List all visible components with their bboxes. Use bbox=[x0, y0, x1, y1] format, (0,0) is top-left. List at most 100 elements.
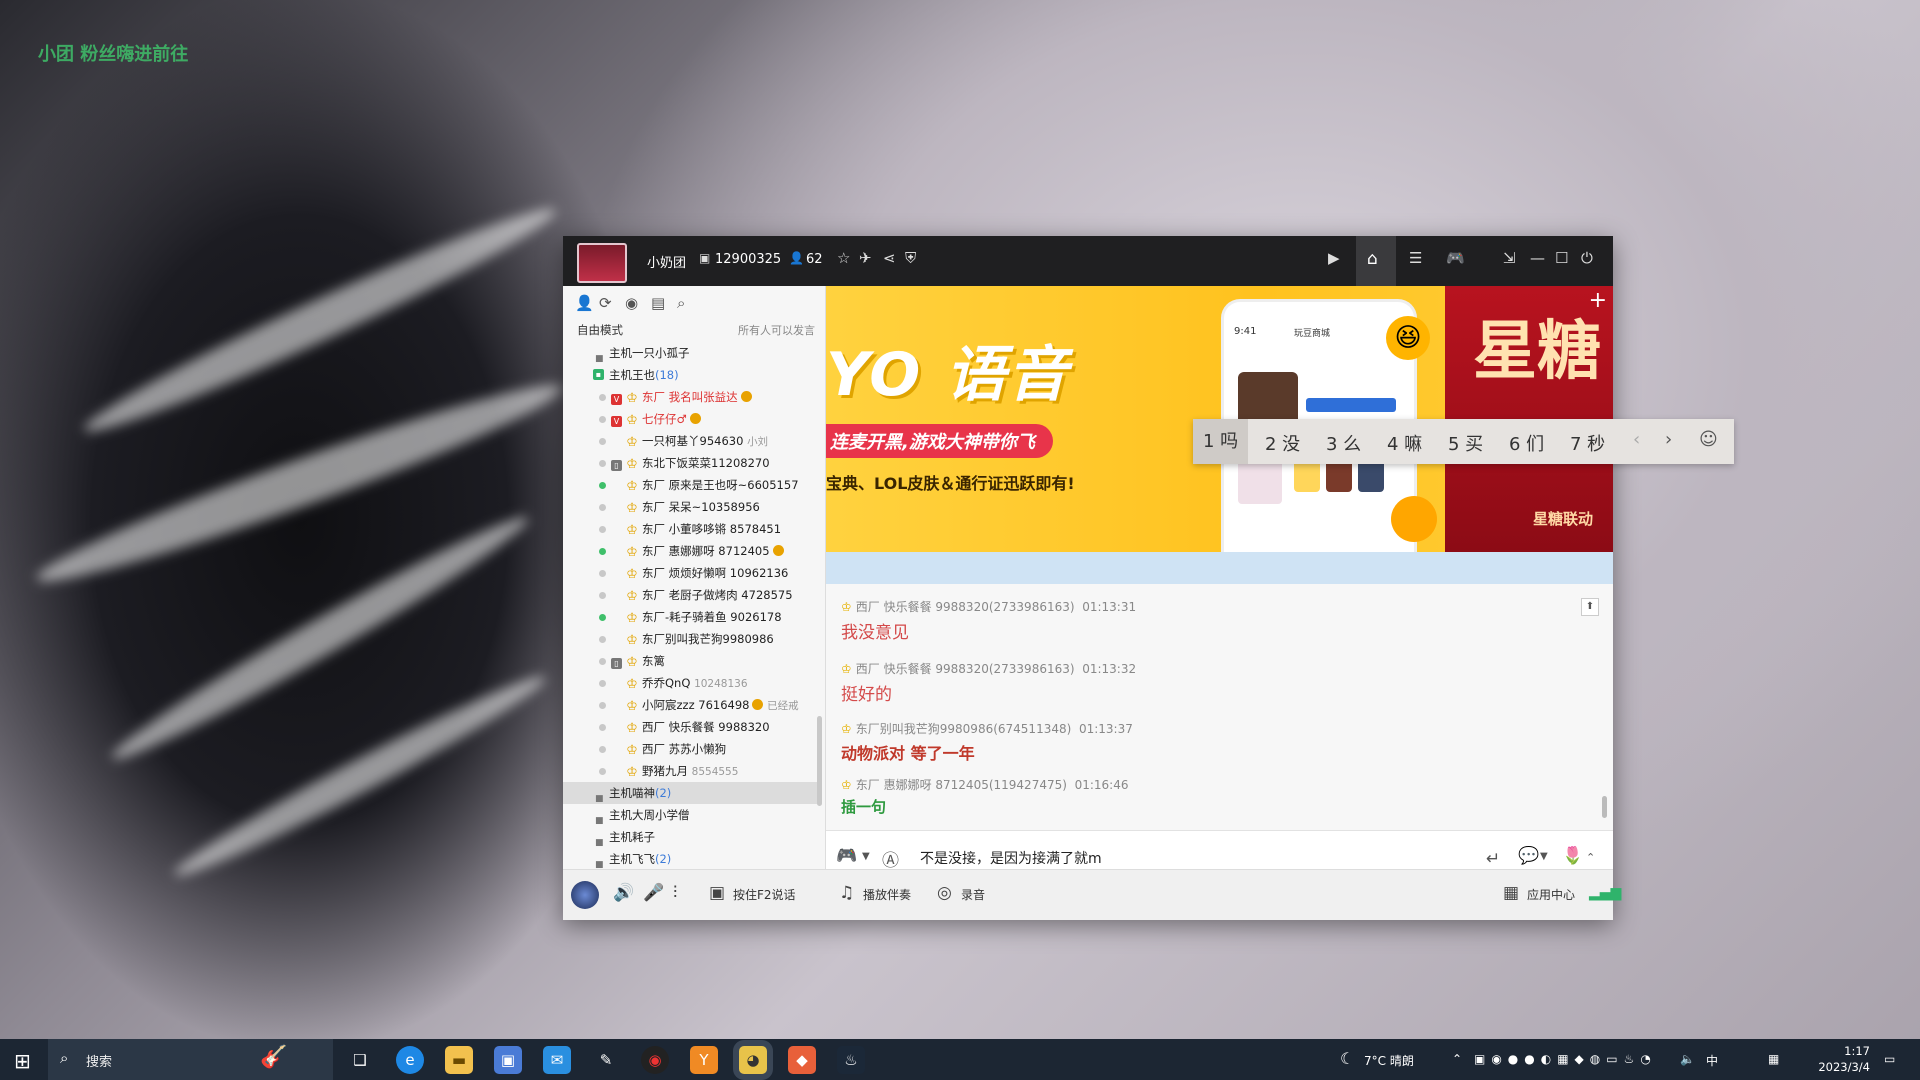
ime-candidate[interactable]: 3 么 bbox=[1326, 430, 1361, 456]
member-row[interactable]: ♔ 东厂 原来是王也呀~6605157 bbox=[563, 474, 817, 496]
steam-icon[interactable]: ♨ bbox=[837, 1046, 865, 1074]
minimize-icon[interactable]: — bbox=[1530, 249, 1545, 267]
speaker-icon[interactable]: 🔊 bbox=[613, 883, 634, 903]
mode-label[interactable]: 自由模式 bbox=[577, 322, 623, 338]
room-logo[interactable] bbox=[577, 243, 627, 283]
shield-icon[interactable]: ⛨ bbox=[905, 249, 916, 267]
ime-candidate[interactable]: 5 买 bbox=[1448, 430, 1483, 456]
member-row[interactable]: ♔ 野猪九月 8554555 bbox=[563, 760, 817, 782]
play-music-button[interactable]: 播放伴奏 bbox=[863, 886, 911, 903]
member-row[interactable]: ♔ 东厂 呆呆~10358956 bbox=[563, 496, 817, 518]
chevron-down-icon[interactable]: ▼ bbox=[1540, 851, 1548, 862]
gamepad-icon[interactable]: 🎮 bbox=[1446, 249, 1465, 267]
list-icon[interactable]: ☰ bbox=[1409, 249, 1422, 267]
app-center-button[interactable]: 应用中心 bbox=[1527, 886, 1575, 903]
text-style-icon[interactable]: Ⓐ bbox=[882, 846, 899, 871]
mail-icon[interactable]: ✉ bbox=[543, 1046, 571, 1074]
channel-row[interactable]: ■ 主机大周小学僧 bbox=[563, 804, 817, 826]
location-icon[interactable]: ◉ bbox=[625, 294, 638, 312]
sidebar-scrollbar[interactable] bbox=[817, 716, 822, 806]
ime-candidate[interactable]: 6 们 bbox=[1509, 430, 1544, 456]
search-icon[interactable]: ⌕ bbox=[677, 294, 685, 312]
keyboard-icon[interactable]: ▣ bbox=[709, 883, 725, 903]
member-row[interactable]: ♔ 小阿宸zzz 7616498 已经戒 bbox=[563, 694, 817, 716]
member-row[interactable]: ♔ 东厂 小董哆哆锵 8578451 bbox=[563, 518, 817, 540]
ime-candidate[interactable]: 7 秒 bbox=[1570, 430, 1605, 456]
member-row[interactable]: ♔ 东厂 惠娜娜呀 8712405 bbox=[563, 540, 817, 562]
apps-grid-icon[interactable]: ▦ bbox=[1503, 883, 1519, 903]
ime-prev-icon[interactable]: ‹ bbox=[1633, 429, 1640, 450]
message-sender[interactable]: 东厂 惠娜娜呀 8712405(119427475) bbox=[856, 778, 1067, 792]
message-input[interactable]: 不是没接，是因为接满了就m bbox=[920, 848, 1102, 868]
maximize-icon[interactable]: ☐ bbox=[1555, 249, 1568, 267]
file-explorer-icon[interactable]: ▬ bbox=[445, 1046, 473, 1074]
title-bar[interactable]: 小奶团 ▣ 12900325 👤 62 ☆ ✈ ⋖ ⛨ ▶ ⌂ ☰ 🎮 ⇲ — … bbox=[563, 236, 1613, 286]
chat-bubble-icon[interactable]: 💬 bbox=[1518, 846, 1539, 866]
equalizer-icon[interactable]: ⫶ bbox=[673, 883, 677, 903]
weather-text[interactable]: 7°C 晴朗 bbox=[1364, 1052, 1414, 1069]
member-row[interactable]: V ♔ 东厂 我名叫张益达 bbox=[563, 386, 817, 408]
chat-scrollbar[interactable] bbox=[1602, 796, 1607, 818]
member-row[interactable]: ♔ 西厂 苏苏小懒狗 bbox=[563, 738, 817, 760]
microphone-icon[interactable]: 🎤 bbox=[643, 883, 664, 903]
taskbar-search[interactable]: ⌕ 搜索 🎸 bbox=[48, 1039, 333, 1080]
member-row[interactable]: V ♔ 七仔仔♂ bbox=[563, 408, 817, 430]
channel-row[interactable]: ■ 主机耗子 bbox=[563, 826, 817, 848]
windows-start-icon[interactable]: ⊞ bbox=[14, 1049, 31, 1073]
flower-icon[interactable]: 🌷 bbox=[1562, 846, 1583, 866]
video-icon[interactable]: ▶ bbox=[1328, 249, 1340, 267]
store-icon[interactable]: ▣ bbox=[494, 1046, 522, 1074]
ime-candidate[interactable]: 4 嘛 bbox=[1387, 430, 1422, 456]
chevron-up-icon[interactable]: ⌃ bbox=[1452, 1052, 1462, 1066]
browser-icon[interactable]: ◉ bbox=[641, 1046, 669, 1074]
pen-app-icon[interactable]: ✎ bbox=[592, 1046, 620, 1074]
volume-icon[interactable]: 🔈 bbox=[1680, 1052, 1695, 1066]
member-row[interactable]: ♔ 东厂 烦烦好懒啊 10962136 bbox=[563, 562, 817, 584]
channel-row[interactable]: ▪ 主机王也(18) bbox=[563, 364, 817, 386]
game-app-icon[interactable]: ◆ bbox=[788, 1046, 816, 1074]
member-row[interactable]: ♔ 东厂-耗子骑着鱼 9026178 bbox=[563, 606, 817, 628]
member-row[interactable]: ♔ 西厂 快乐餐餐 9988320 bbox=[563, 716, 817, 738]
ime-candidate[interactable]: 1 吗 bbox=[1193, 419, 1249, 464]
member-icon[interactable]: 👤 bbox=[575, 294, 594, 312]
message-sender[interactable]: 西厂 快乐餐餐 9988320(2733986163) bbox=[856, 662, 1075, 676]
notes-icon[interactable]: ▤ bbox=[651, 294, 665, 312]
minimize-to-tray-icon[interactable]: ⇲ bbox=[1503, 249, 1516, 267]
tray-icons[interactable]: ▣◉●●◐▦◆◍▭♨◔ bbox=[1474, 1052, 1657, 1066]
task-view-icon[interactable]: ❑ bbox=[346, 1046, 374, 1074]
edge-icon[interactable]: e bbox=[396, 1046, 424, 1074]
plus-icon[interactable]: + bbox=[1589, 288, 1607, 313]
owl-app-icon[interactable]: ◕ bbox=[739, 1046, 767, 1074]
ime-language-indicator[interactable]: 中 bbox=[1706, 1052, 1718, 1069]
gamepad-icon[interactable]: 🎮 bbox=[836, 846, 857, 866]
member-row[interactable]: ♔ 乔乔QnQ 10248136 bbox=[563, 672, 817, 694]
scroll-top-button[interactable]: ⬆ bbox=[1581, 598, 1599, 616]
member-row[interactable]: ♔ 一只柯基丫954630 小刘 bbox=[563, 430, 817, 452]
member-row[interactable]: ♔ 东厂别叫我芒狗9980986 bbox=[563, 628, 817, 650]
chevron-up-icon[interactable]: ⌃ bbox=[1586, 851, 1595, 864]
home-icon[interactable]: ⌂ bbox=[1367, 249, 1378, 269]
message-sender[interactable]: 西厂 快乐餐餐 9988320(2733986163) bbox=[856, 600, 1075, 614]
plane-icon[interactable]: ✈ bbox=[859, 249, 872, 267]
enter-icon[interactable]: ↵ bbox=[1486, 849, 1500, 869]
record-button[interactable]: 录音 bbox=[961, 886, 985, 903]
message-sender[interactable]: 东厂别叫我芒狗9980986(674511348) bbox=[856, 722, 1072, 736]
music-icon[interactable]: ♫ bbox=[839, 883, 854, 903]
member-row[interactable]: ▯ ♔ 东北下饭菜菜11208270 bbox=[563, 452, 817, 474]
yy-app-icon[interactable]: Y bbox=[690, 1046, 718, 1074]
chevron-down-icon[interactable]: ▼ bbox=[862, 851, 870, 862]
record-icon[interactable]: ◎ bbox=[937, 883, 952, 903]
member-row[interactable]: ♔ 东厂 老厨子做烤肉 4728575 bbox=[563, 584, 817, 606]
member-row[interactable]: ▯ ♔ 东篱 bbox=[563, 650, 817, 672]
power-icon[interactable]: ⏻ bbox=[1581, 249, 1593, 267]
ime-next-icon[interactable]: › bbox=[1665, 429, 1672, 450]
channel-row[interactable]: ■ 主机一只小孤子 bbox=[563, 342, 817, 364]
star-icon[interactable]: ☆ bbox=[837, 249, 850, 267]
channel-row[interactable]: ■ 主机飞飞(2) bbox=[563, 848, 817, 869]
emoji-icon[interactable]: ☺ bbox=[1699, 429, 1718, 450]
refresh-icon[interactable]: ⟳ bbox=[599, 294, 612, 312]
keyboard-grid-icon[interactable]: ▦ bbox=[1768, 1052, 1779, 1066]
share-icon[interactable]: ⋖ bbox=[883, 249, 896, 267]
ime-candidate[interactable]: 2 没 bbox=[1265, 430, 1300, 456]
push-to-talk-button[interactable]: 按住F2说话 bbox=[733, 886, 796, 903]
